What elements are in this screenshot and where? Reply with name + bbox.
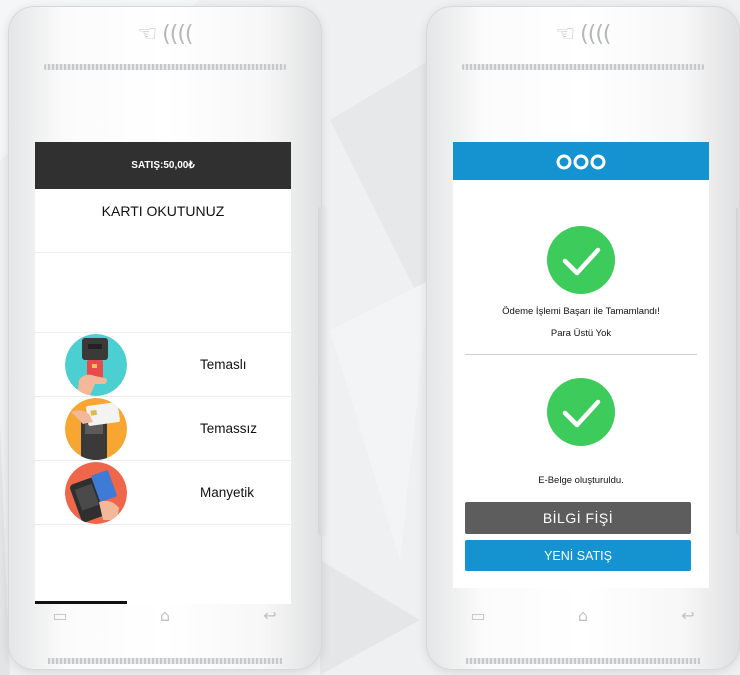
info-receipt-button-label: BİLGİ FİŞİ [542,510,614,526]
sale-amount-header: SATIŞ:50,00₺ [35,142,291,189]
home-icon[interactable]: ⌂ [153,606,177,625]
back-icon[interactable]: ↩ [258,606,282,625]
new-sale-button-label: YENİ SATIŞ [544,548,612,563]
ebelge-message: E-Belge oluşturuldu. [538,475,624,486]
ebelge-success-check-icon [547,378,615,446]
terminal-screen: SATIŞ:50,00₺ KARTI OKUTUNUZ Temaslı Tema… [35,142,291,604]
spacer-block [35,253,291,333]
contactless-tap-icon [65,397,127,460]
payment-success-check-icon [547,226,615,294]
pos-terminal-right: ☜ (((( Ödeme İşlemi Başarı ile Tamamland… [426,6,740,670]
chip-card-insert-icon [65,333,127,396]
recent-apps-icon[interactable]: ▭ [48,606,72,625]
card-slot-top [44,64,286,70]
method-label-contact: Temaslı [200,357,247,372]
method-label-contactless: Temassız [200,421,258,436]
brand-logo-icon [556,154,606,170]
divider [465,354,697,355]
nfc-reader-area: ☜ (((( [444,6,722,62]
brand-header [453,142,709,180]
read-card-title: KARTI OKUTUNUZ [35,189,291,253]
back-icon[interactable]: ↩ [676,606,700,625]
contactless-logo-icon: ☜ (((( [137,21,193,47]
card-slot-bottom [48,658,282,664]
payment-method-magnetic[interactable]: Manyetik [35,461,291,525]
side-grip [736,206,740,536]
new-sale-button[interactable]: YENİ SATIŞ [465,540,691,571]
payment-method-contactless[interactable]: Temassız [35,397,291,461]
home-icon[interactable]: ⌂ [571,606,595,625]
android-nav-bar: ▭ ⌂ ↩ [466,602,700,628]
sale-amount-text: SATIŞ:50,00₺ [131,160,195,171]
nfc-reader-area: ☜ (((( [26,6,304,62]
card-slot-top [462,64,704,70]
payment-success-message: Ödeme İşlemi Başarı ile Tamamlandı! [502,306,660,317]
change-message: Para Üstü Yok [550,328,612,339]
pos-terminal-left: ☜ (((( SATIŞ:50,00₺ KARTI OKUTUNUZ Temas… [8,6,328,670]
method-label-magnetic: Manyetik [200,485,255,500]
terminal-screen: Ödeme İşlemi Başarı ile Tamamlandı! Para… [453,142,709,588]
contactless-logo-icon: ☜ (((( [555,21,611,47]
payment-method-contact[interactable]: Temaslı [35,333,291,397]
read-card-title-text: KARTI OKUTUNUZ [101,203,225,219]
side-grip [318,206,328,536]
android-nav-bar: ▭ ⌂ ↩ [48,602,282,628]
magnetic-swipe-icon [65,461,127,524]
recent-apps-icon[interactable]: ▭ [466,606,490,625]
card-slot-bottom [466,658,700,664]
info-receipt-button[interactable]: BİLGİ FİŞİ [465,502,691,534]
